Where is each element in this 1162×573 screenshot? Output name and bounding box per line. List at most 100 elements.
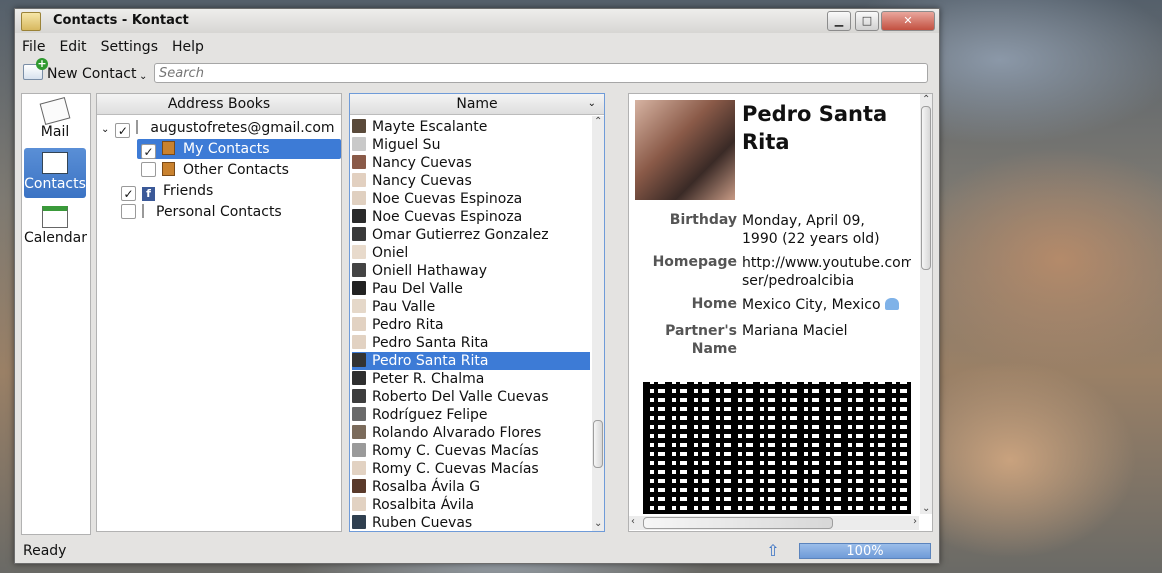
homepage-link[interactable]: http://www.youtube.com/u ser/pedroalcibia xyxy=(742,254,911,290)
module-sidebar: Mail Contacts Calendar xyxy=(21,93,91,535)
search-field[interactable] xyxy=(154,63,928,83)
mail-icon xyxy=(39,97,71,125)
contact-list-item[interactable]: Rodríguez Felipe xyxy=(352,406,590,424)
scroll-down-icon[interactable]: ⌄ xyxy=(594,518,602,529)
contact-list-item[interactable]: Peter R. Chalma xyxy=(352,370,590,388)
checkbox[interactable]: ✓ xyxy=(141,144,156,159)
contact-list-item[interactable]: Mayte Escalante xyxy=(352,118,590,136)
address-book-item[interactable]: Personal Contacts xyxy=(121,202,282,222)
contact-list-item[interactable]: Omar Gutierrez Gonzalez xyxy=(352,226,590,244)
scrollbar-thumb[interactable] xyxy=(643,517,833,529)
detail-vertical-scrollbar[interactable]: ⌃ ⌄ xyxy=(920,94,932,514)
address-books-header[interactable]: Address Books xyxy=(97,94,341,115)
avatar-icon xyxy=(352,299,366,313)
avatar-icon xyxy=(352,263,366,277)
scroll-up-icon[interactable]: ⌃ xyxy=(594,116,602,127)
detail-horizontal-scrollbar[interactable]: ‹ › xyxy=(629,516,919,530)
map-icon[interactable] xyxy=(885,298,900,310)
sort-chevron-icon[interactable]: ⌄ xyxy=(588,94,596,114)
scrollbar-thumb[interactable] xyxy=(593,420,603,468)
contact-list-item[interactable]: Pau Del Valle xyxy=(352,280,590,298)
contact-name-label: Romy C. Cuevas Macías xyxy=(372,443,539,459)
contact-name: Pedro Santa Rita xyxy=(742,102,888,154)
contact-list-item[interactable]: Noe Cuevas Espinoza xyxy=(352,208,590,226)
sidebar-item-mail[interactable]: Mail xyxy=(24,96,86,146)
menu-settings[interactable]: Settings xyxy=(94,37,165,57)
avatar-icon xyxy=(352,335,366,349)
scroll-right-icon[interactable]: › xyxy=(913,516,917,527)
avatar-icon xyxy=(352,515,366,529)
avatar-icon xyxy=(352,407,366,421)
contact-list-item[interactable]: Pedro Santa Rita xyxy=(352,352,590,370)
contact-name-label: Noe Cuevas Espinoza xyxy=(372,209,523,225)
sidebar-item-label: Contacts xyxy=(24,176,86,192)
avatar-icon xyxy=(352,317,366,331)
home-address: Mexico City, Mexico xyxy=(742,297,881,313)
menu-bar: File Edit Settings Help xyxy=(15,37,939,57)
contact-list-item[interactable]: Rosalba Ávila G xyxy=(352,478,590,496)
address-book-item-my-contacts[interactable]: ✓ My Contacts xyxy=(137,139,341,159)
contact-name-label: Oniel xyxy=(372,245,409,261)
contact-list-item[interactable]: Pedro Santa Rita xyxy=(352,334,590,352)
scrollbar-thumb[interactable] xyxy=(921,106,931,270)
contact-list-item[interactable]: Pau Valle xyxy=(352,298,590,316)
scroll-left-icon[interactable]: ‹ xyxy=(631,516,635,527)
checkbox[interactable] xyxy=(141,162,156,177)
name-column-header[interactable]: Name ⌄ xyxy=(350,94,604,115)
homepage-line[interactable]: http://www.youtube.com/u xyxy=(742,254,911,272)
homepage-line[interactable]: ser/pedroalcibia xyxy=(742,272,911,290)
toolbar: New Contact ⌄ xyxy=(15,58,939,87)
menu-help[interactable]: Help xyxy=(165,37,211,57)
partner-name-value: Mariana Maciel xyxy=(742,323,848,339)
search-input[interactable] xyxy=(155,64,927,82)
checkbox[interactable] xyxy=(121,204,136,219)
checkbox[interactable]: ✓ xyxy=(115,123,131,138)
contact-list-item[interactable]: Nancy Cuevas xyxy=(352,172,590,190)
menu-edit[interactable]: Edit xyxy=(52,37,93,57)
avatar-icon xyxy=(352,389,366,403)
title-bar[interactable]: Contacts - Kontact ▁ □ ✕ xyxy=(15,9,939,33)
address-book-label: Other Contacts xyxy=(183,162,289,178)
contact-list-item[interactable]: Rolando Alvarado Flores xyxy=(352,424,590,442)
scroll-up-icon[interactable]: ⌃ xyxy=(922,94,930,105)
contact-name-label: Peter R. Chalma xyxy=(372,371,485,387)
arrow-up-icon[interactable]: ⇧ xyxy=(765,543,781,559)
contact-list-item[interactable]: Miguel Su xyxy=(352,136,590,154)
contact-name-label: Roberto Del Valle Cuevas xyxy=(372,389,549,405)
contact-list-item[interactable]: Roberto Del Valle Cuevas xyxy=(352,388,590,406)
contact-list-item[interactable]: Rosalbita Ávila xyxy=(352,496,590,514)
contact-list-item[interactable]: Noe Cuevas Espinoza xyxy=(352,190,590,208)
close-button[interactable]: ✕ xyxy=(881,11,935,31)
sidebar-item-contacts[interactable]: Contacts xyxy=(24,148,86,198)
address-book-item[interactable]: ✓ f Friends xyxy=(121,181,213,201)
checkbox[interactable]: ✓ xyxy=(121,186,136,201)
kontact-app-icon[interactable] xyxy=(21,12,41,31)
contact-name-label: Noe Cuevas Espinoza xyxy=(372,191,523,207)
address-book-item[interactable]: Other Contacts xyxy=(141,160,289,180)
contact-list-item[interactable]: Romy C. Cuevas Macías xyxy=(352,442,590,460)
scroll-down-icon[interactable]: ⌄ xyxy=(922,503,930,514)
progress-text: 100% xyxy=(846,544,884,559)
minimize-button[interactable]: ▁ xyxy=(827,11,851,31)
address-book-item[interactable]: ⌄ ✓ augustofretes@gmail.com xyxy=(101,118,335,138)
contact-name-label: Pau Del Valle xyxy=(372,281,463,297)
collapse-arrow-icon[interactable]: ⌄ xyxy=(101,124,109,135)
contact-list-scrollbar[interactable]: ⌃ ⌄ xyxy=(592,116,604,531)
chevron-down-icon[interactable]: ⌄ xyxy=(139,71,147,82)
contact-list-item[interactable]: Ruben Cuevas xyxy=(352,514,590,532)
sidebar-item-calendar[interactable]: Calendar xyxy=(24,202,87,252)
new-contact-label: New Contact xyxy=(47,66,137,82)
contact-name-label: Rolando Alvarado Flores xyxy=(372,425,542,441)
contact-list-item[interactable]: Oniell Hathaway xyxy=(352,262,590,280)
contact-list-item[interactable]: Romy C. Cuevas Macías xyxy=(352,460,590,478)
menu-file[interactable]: File xyxy=(15,37,52,57)
birthday-line: 1990 (22 years old) xyxy=(742,231,880,247)
contact-list-item[interactable]: Nancy Cuevas xyxy=(352,154,590,172)
maximize-button[interactable]: □ xyxy=(855,11,879,31)
contact-list-item[interactable]: Oniel xyxy=(352,244,590,262)
contact-list-item[interactable]: Pedro Rita xyxy=(352,316,590,334)
qr-code xyxy=(643,382,911,514)
new-contact-button[interactable]: New Contact xyxy=(23,58,137,82)
window-title: Contacts - Kontact xyxy=(53,13,189,28)
contact-name-label: Rosalba Ávila G xyxy=(372,479,481,495)
